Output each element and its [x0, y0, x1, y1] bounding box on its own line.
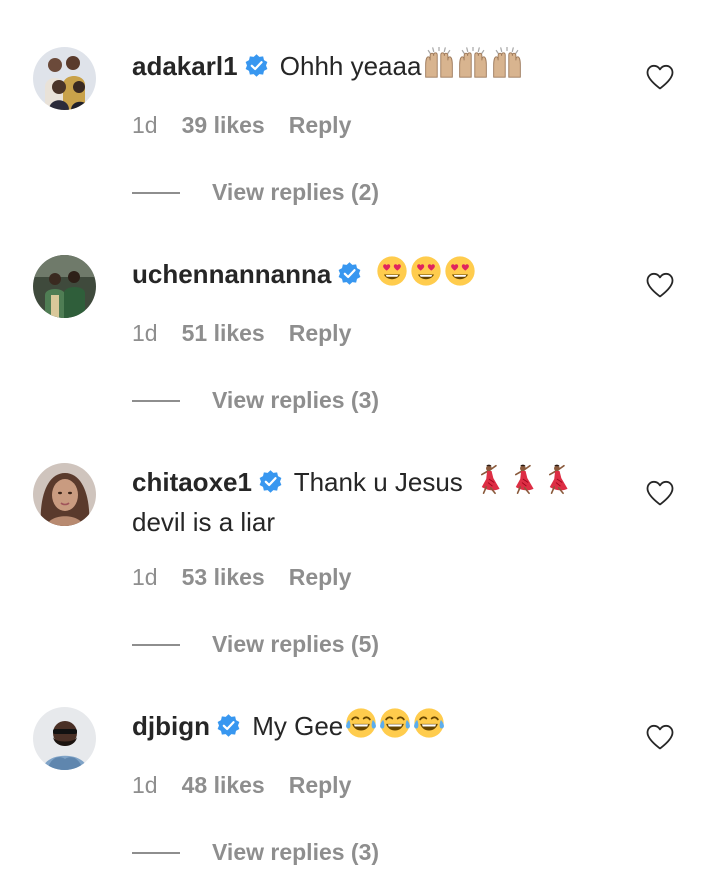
tears-of-joy-emoji-icon: [379, 707, 411, 748]
divider-line: [132, 644, 180, 646]
likes-count[interactable]: 48 likes: [182, 772, 265, 798]
view-replies-label: View replies (5): [212, 631, 380, 657]
tears-of-joy-emoji-icon: [413, 707, 445, 748]
raised-hands-emoji-icon: [457, 47, 489, 88]
divider-line: [132, 192, 180, 194]
reply-button[interactable]: Reply: [289, 320, 352, 346]
comment-username[interactable]: adakarl1: [132, 51, 238, 81]
tears-of-joy-emoji-icon: [345, 707, 377, 748]
likes-count[interactable]: 39 likes: [182, 112, 265, 138]
comment-text: Ohhh yeaaa: [279, 51, 422, 81]
reply-button[interactable]: Reply: [289, 772, 352, 798]
avatar[interactable]: [33, 255, 96, 318]
heart-outline-icon[interactable]: [646, 272, 674, 298]
heart-eyes-emoji-icon: [444, 255, 476, 296]
dancer-emoji-icon: [540, 463, 572, 504]
comment-username[interactable]: djbign: [132, 711, 210, 741]
avatar[interactable]: [33, 463, 96, 526]
comment-text: Thank u Jesus: [293, 467, 463, 497]
avatar[interactable]: [33, 707, 96, 770]
verified-badge-icon: [244, 51, 269, 87]
likes-count[interactable]: 53 likes: [182, 564, 265, 590]
heart-outline-icon[interactable]: [646, 480, 674, 506]
divider-line: [132, 400, 180, 402]
verified-badge-icon: [258, 467, 283, 503]
reply-button[interactable]: Reply: [289, 112, 352, 138]
dancer-emoji-icon: [506, 463, 538, 504]
heart-eyes-emoji-icon: [410, 255, 442, 296]
view-replies-label: View replies (3): [212, 387, 380, 413]
view-replies-label: View replies (2): [212, 179, 380, 205]
avatar[interactable]: [33, 47, 96, 110]
comment-time: 1d: [132, 112, 158, 138]
reply-button[interactable]: Reply: [289, 564, 352, 590]
raised-hands-emoji-icon: [423, 47, 455, 88]
comment-text: My Gee: [252, 711, 344, 741]
heart-eyes-emoji-icon: [376, 255, 408, 296]
heart-outline-icon[interactable]: [646, 724, 674, 750]
comment-time: 1d: [132, 564, 158, 590]
comment-username[interactable]: chitaoxe1: [132, 467, 252, 497]
comment-text-line-2: devil is a liar: [132, 507, 276, 537]
heart-outline-icon[interactable]: [646, 64, 674, 90]
verified-badge-icon: [337, 259, 362, 295]
comment-username[interactable]: uchennannanna: [132, 259, 331, 289]
divider-line: [132, 852, 180, 854]
likes-count[interactable]: 51 likes: [182, 320, 265, 346]
dancer-emoji-icon: [472, 463, 504, 504]
raised-hands-emoji-icon: [491, 47, 523, 88]
comment-time: 1d: [132, 320, 158, 346]
comment-time: 1d: [132, 772, 158, 798]
view-replies-label: View replies (3): [212, 839, 380, 865]
verified-badge-icon: [216, 711, 241, 747]
